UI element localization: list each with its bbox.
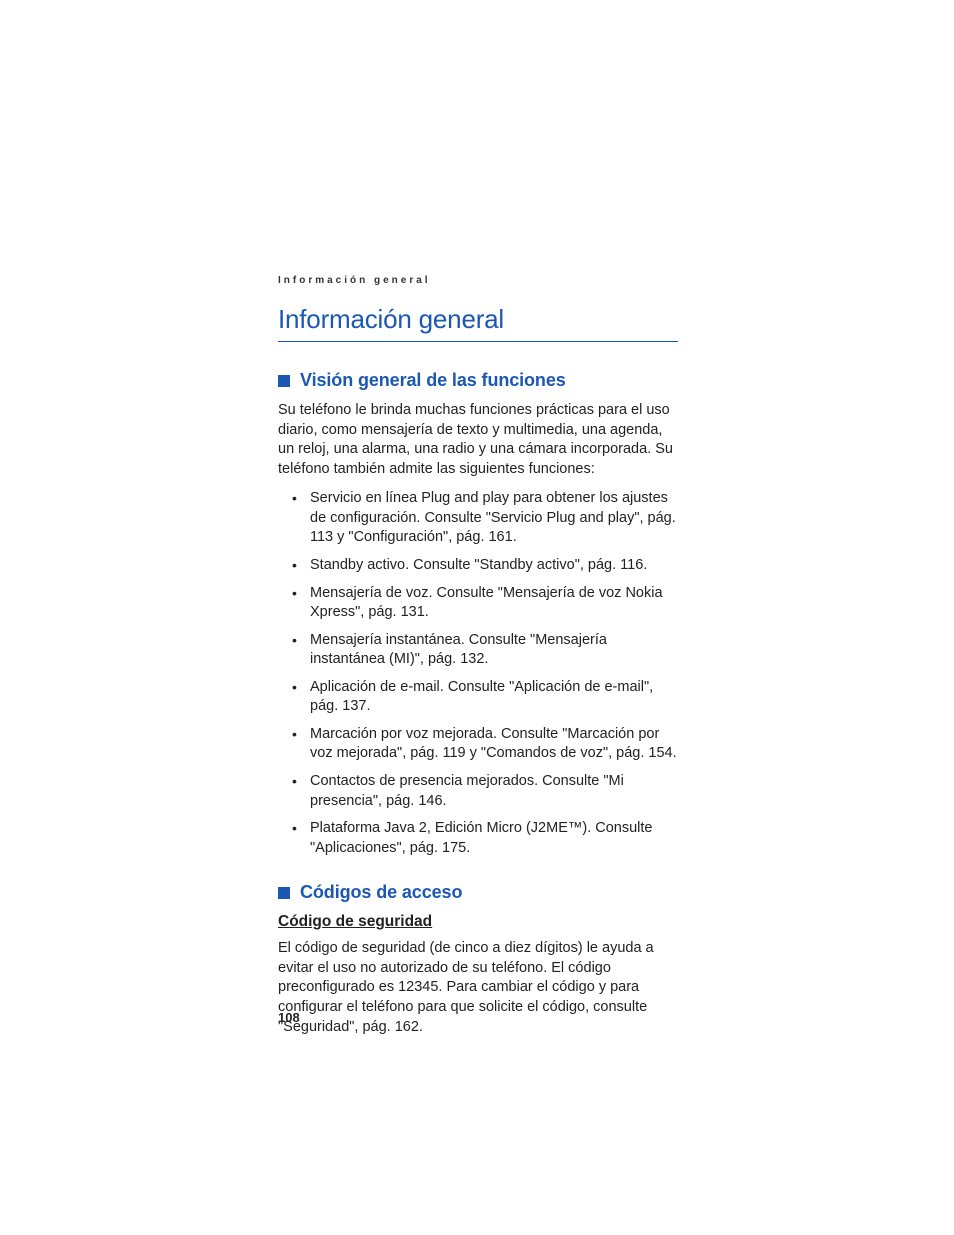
page-number: 108 — [278, 1010, 300, 1025]
section-title-functions: Visión general de las funciones — [300, 370, 566, 391]
section-title-access-codes: Códigos de acceso — [300, 882, 462, 903]
square-bullet-icon — [278, 887, 290, 899]
square-bullet-icon — [278, 375, 290, 387]
section-heading-functions: Visión general de las funciones — [278, 370, 678, 391]
subsection-title-security-code: Código de seguridad — [278, 913, 678, 931]
list-item: Standby activo. Consulte "Standby activo… — [292, 556, 678, 576]
list-item: Aplicación de e-mail. Consulte "Aplicaci… — [292, 678, 678, 717]
page-content: Información general Información general … — [278, 275, 678, 1047]
chapter-title: Información general — [278, 304, 678, 342]
section-intro-text: Su teléfono le brinda muchas funciones p… — [278, 401, 678, 479]
list-item: Marcación por voz mejorada. Consulte "Ma… — [292, 725, 678, 764]
list-item: Contactos de presencia mejorados. Consul… — [292, 772, 678, 811]
feature-list: Servicio en línea Plug and play para obt… — [292, 489, 678, 858]
running-header: Información general — [278, 275, 678, 286]
section-heading-access-codes: Códigos de acceso — [278, 882, 678, 903]
list-item: Mensajería de voz. Consulte "Mensajería … — [292, 584, 678, 623]
security-code-body: El código de seguridad (de cinco a diez … — [278, 939, 678, 1037]
list-item: Plataforma Java 2, Edición Micro (J2ME™)… — [292, 819, 678, 858]
list-item: Mensajería instantánea. Consulte "Mensaj… — [292, 631, 678, 670]
list-item: Servicio en línea Plug and play para obt… — [292, 489, 678, 548]
